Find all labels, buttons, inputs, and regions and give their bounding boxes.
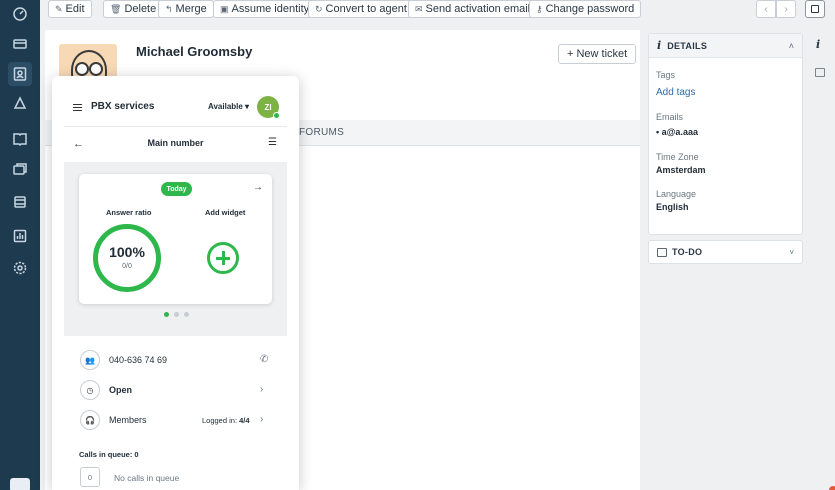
emails-label: Emails xyxy=(656,112,684,122)
send-activation-email-button[interactable]: ✉ Send activation email xyxy=(408,0,538,18)
divider xyxy=(64,126,287,127)
contacts-icon[interactable] xyxy=(8,62,32,86)
reports-icon[interactable] xyxy=(8,224,32,248)
state-row[interactable]: ◷ Open › xyxy=(52,380,299,402)
next-button[interactable]: › xyxy=(776,0,796,18)
merge-icon: ↰ xyxy=(165,3,173,14)
pbx-header: PBX services Available ▾ ZI xyxy=(52,92,299,126)
answer-ratio-value: 100% xyxy=(109,244,145,260)
merge-button[interactable]: ↰ Merge xyxy=(158,0,214,18)
toolbar: ✎ Edit 🗑 Delete ↰ Merge ▣ Assume identity ↻ C… xyxy=(40,0,835,20)
phone-number: 040-636 74 69 xyxy=(109,355,168,365)
carousel-dot[interactable] xyxy=(174,312,179,317)
details-panel: i DETAILS ˄ Tags Add tags Emails • a@a.a… xyxy=(648,33,803,235)
integrations-icon[interactable] xyxy=(8,190,32,214)
tab-forums[interactable]: FORUMS xyxy=(299,127,344,138)
email-value: • a@a.aaa xyxy=(656,127,698,137)
today-badge[interactable]: Today xyxy=(161,182,192,196)
info-icon: i xyxy=(657,39,662,52)
todo-panel[interactable]: TO-DO ˅ xyxy=(648,240,803,264)
convert-to-agent-button[interactable]: ↻ Convert to agent xyxy=(308,0,414,18)
prev-button[interactable]: ‹ xyxy=(756,0,776,18)
tickets-icon[interactable] xyxy=(8,32,32,56)
state-value: Open xyxy=(109,385,133,395)
info-icon[interactable]: i xyxy=(816,38,820,51)
clock-icon: ◷ xyxy=(80,380,100,400)
trash-icon: 🗑 xyxy=(110,3,122,14)
status-dropdown[interactable]: Available ▾ xyxy=(208,102,249,111)
delete-button[interactable]: 🗑 Delete xyxy=(103,0,164,18)
convert-icon: ↻ xyxy=(315,3,323,14)
knowledge-base-icon[interactable] xyxy=(8,127,32,151)
automation-icon[interactable] xyxy=(8,92,32,116)
chevron-down-icon[interactable]: ˅ xyxy=(789,248,794,257)
menu-icon[interactable] xyxy=(73,104,82,111)
details-title: DETAILS xyxy=(667,40,708,51)
answer-ratio-fraction: 0/0 xyxy=(122,263,132,270)
stats-widget: Today → Answer ratio Add widget 100% 0/0 xyxy=(79,174,272,304)
sub-title: Main number xyxy=(147,138,204,148)
dashboard-icon[interactable] xyxy=(8,2,32,26)
pbx-subheader: ← Main number ☰ xyxy=(52,134,299,154)
notification-dot xyxy=(829,486,835,490)
members-label: Members xyxy=(109,415,147,425)
carousel-dot[interactable] xyxy=(164,312,169,317)
pbx-title: PBX services xyxy=(91,101,155,112)
todo-title: TO-DO xyxy=(672,247,703,257)
chat-widget-icon[interactable] xyxy=(10,478,30,490)
add-tags-link[interactable]: Add tags xyxy=(656,87,695,98)
contact-name: Michael Groomsby xyxy=(136,44,253,59)
edit-button[interactable]: ✎ Edit xyxy=(48,0,92,18)
assume-identity-button[interactable]: ▣ Assume identity xyxy=(213,0,317,18)
details-header[interactable]: i DETAILS ˄ xyxy=(649,34,802,58)
chat-icon[interactable] xyxy=(8,158,32,182)
chevron-up-icon[interactable]: ˄ xyxy=(789,41,794,51)
filter-settings-icon[interactable]: ☰ xyxy=(268,137,277,148)
panel-toggle-button[interactable] xyxy=(805,0,825,18)
headset-icon: 🎧 xyxy=(80,410,100,430)
key-icon: ⚷ xyxy=(536,3,543,14)
pbx-panel: PBX services Available ▾ ZI ← Main numbe… xyxy=(52,76,299,490)
change-password-button[interactable]: ⚷ Change password xyxy=(529,0,642,18)
language-value: English xyxy=(656,202,689,212)
carousel-dot[interactable] xyxy=(184,312,189,317)
nav-rail xyxy=(0,0,40,490)
mail-icon: ✉ xyxy=(415,3,423,14)
online-status-dot xyxy=(273,112,280,119)
calendar-icon[interactable] xyxy=(815,68,825,77)
add-widget-icon[interactable] xyxy=(207,242,239,274)
panel-icon xyxy=(811,5,819,13)
widget-area: Today → Answer ratio Add widget 100% 0/0 xyxy=(64,162,287,336)
phone-icon[interactable]: ✆ xyxy=(260,354,268,365)
queue-count: 0 xyxy=(80,467,100,487)
members-row[interactable]: 🎧 Members Logged in: 4/4 › xyxy=(52,410,299,432)
calendar-icon xyxy=(657,247,667,257)
new-ticket-button[interactable]: + New ticket xyxy=(558,44,637,64)
timezone-label: Time Zone xyxy=(656,152,699,162)
language-label: Language xyxy=(656,189,697,199)
chevron-right-icon[interactable]: › xyxy=(260,384,263,395)
carousel-dots xyxy=(164,312,189,317)
calls-in-queue-label: Calls in queue: 0 xyxy=(79,450,139,459)
add-widget-label: Add widget xyxy=(205,208,246,217)
group-icon: 👥 xyxy=(80,350,100,370)
tags-label: Tags xyxy=(656,70,676,80)
edit-icon: ✎ xyxy=(55,3,63,14)
settings-icon[interactable] xyxy=(8,256,32,280)
phone-row: 👥 040-636 74 69 ✆ xyxy=(52,350,299,372)
no-calls-text: No calls in queue xyxy=(114,473,180,483)
logged-in-status: Logged in: 4/4 xyxy=(202,416,250,425)
arrow-right-icon[interactable]: → xyxy=(253,182,263,193)
identity-icon: ▣ xyxy=(220,3,229,14)
chevron-right-icon[interactable]: › xyxy=(260,414,263,425)
timezone-value: Amsterdam xyxy=(656,165,706,175)
answer-ratio-label: Answer ratio xyxy=(106,208,152,217)
